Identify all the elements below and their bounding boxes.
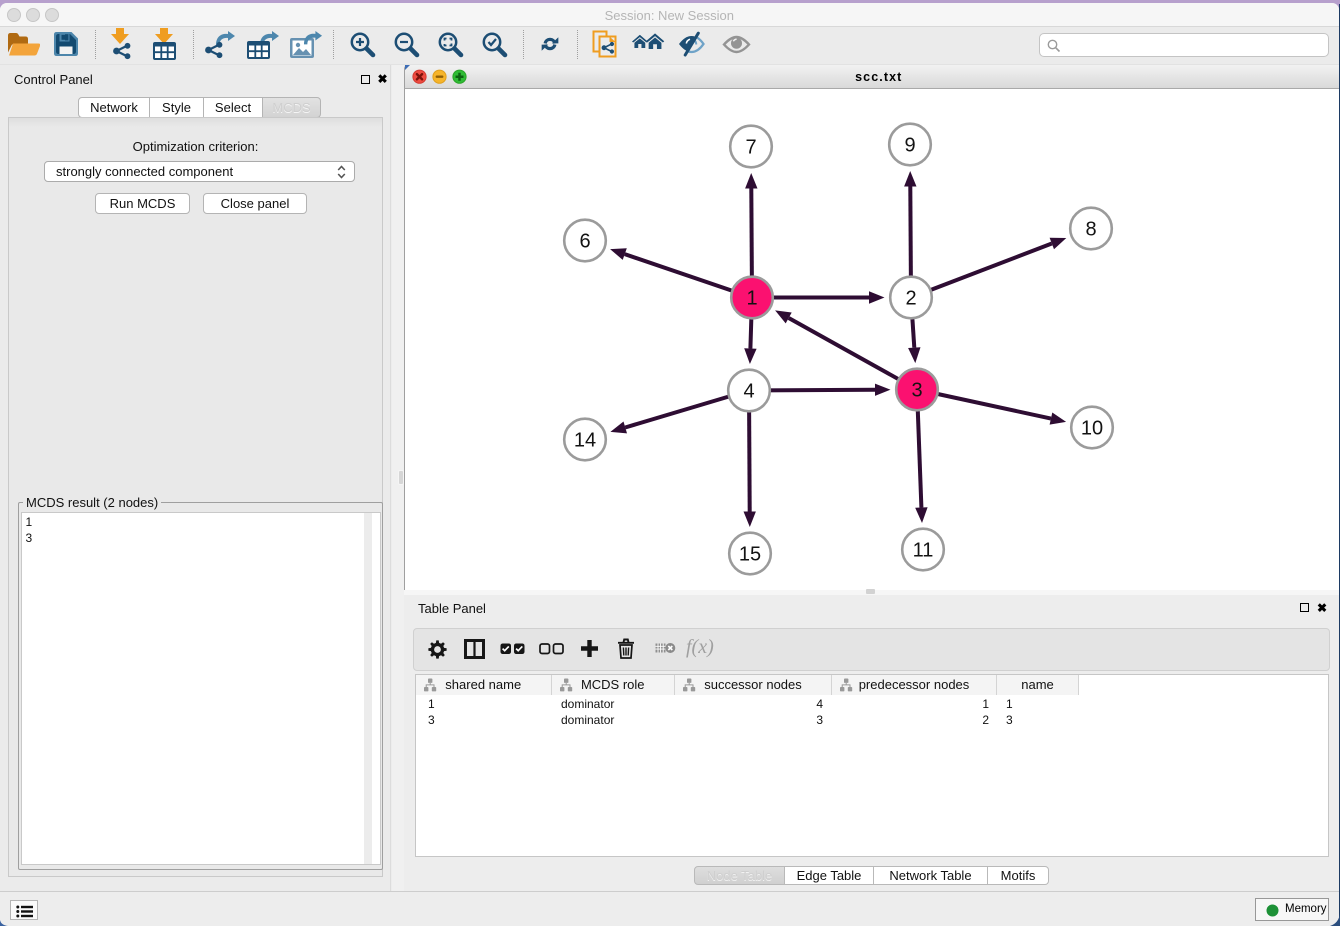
svg-text:15: 15 [739, 543, 761, 565]
svg-text:10: 10 [1081, 417, 1103, 439]
svg-text:6: 6 [579, 230, 590, 252]
svg-text:9: 9 [904, 134, 915, 156]
svg-text:4: 4 [743, 380, 754, 402]
svg-text:1: 1 [746, 287, 757, 309]
svg-text:11: 11 [913, 539, 934, 561]
svg-text:2: 2 [905, 287, 916, 309]
svg-text:8: 8 [1085, 218, 1096, 240]
svg-text:14: 14 [574, 429, 596, 451]
svg-text:7: 7 [745, 136, 756, 158]
svg-text:3: 3 [911, 379, 922, 401]
